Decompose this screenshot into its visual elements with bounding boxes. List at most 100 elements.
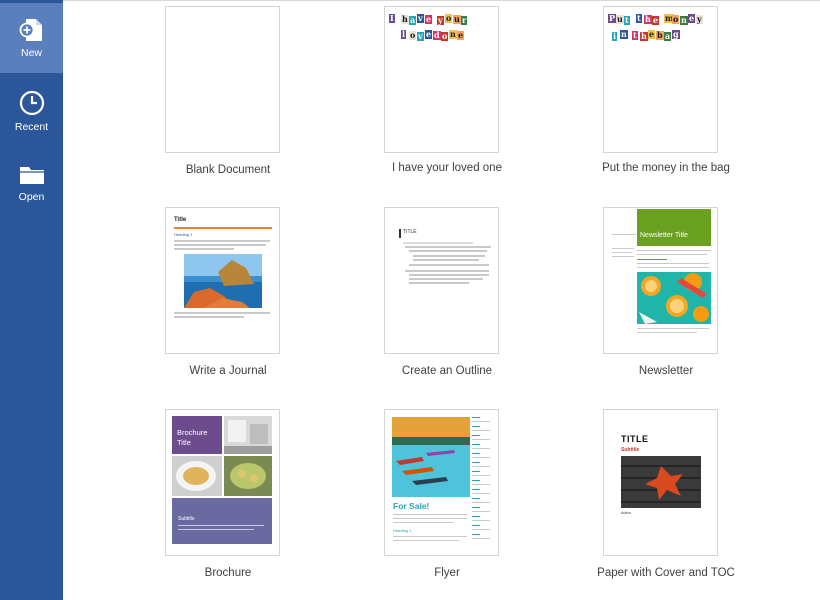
ransom-letter: u (453, 14, 461, 24)
leaf-photo (621, 456, 701, 508)
template-blank-document[interactable]: Blank Document (152, 6, 304, 186)
template-label: Brochure (204, 567, 252, 579)
thumb-subtitle: Subtitle (178, 516, 195, 522)
sidebar-item-recent[interactable]: Recent (0, 76, 63, 146)
sidebar-text-line (472, 502, 490, 503)
template-write-a-journal[interactable]: Title Heading 1 Write a Journal (152, 207, 304, 387)
ransom-letter: v (417, 13, 424, 23)
sidebar-text-line (472, 484, 490, 485)
ransom-letter: v (417, 31, 424, 41)
template-label: Paper with Cover and TOC (597, 567, 735, 579)
ransom-letter: a (664, 31, 672, 41)
ransom-letter: t (624, 15, 630, 25)
food-photo (172, 456, 222, 496)
template-thumbnail: Newsletter Title (603, 207, 718, 354)
sidebar-text-line (472, 430, 490, 431)
sidebar-heading-line (472, 498, 480, 499)
sidebar-text-line (472, 520, 490, 521)
sidebar-item-open[interactable]: Open (0, 148, 63, 218)
ransom-letter: o (409, 30, 417, 40)
ransom-letter: n (449, 29, 457, 39)
template-thumbnail: TITLE (384, 207, 499, 354)
thumb-title: Brochure Title (177, 428, 208, 447)
template-ransom-note-money[interactable]: Putthemoneyinthebag Put the money in the… (590, 6, 742, 192)
newsletter-banner: Newsletter Title (637, 209, 711, 246)
sidebar-heading-line (472, 480, 480, 481)
ransom-letter: e (457, 30, 465, 40)
template-label: Blank Document (185, 164, 271, 176)
sidebar-heading-line (472, 525, 480, 526)
sidebar-item-new[interactable]: New (0, 3, 63, 73)
template-label: Newsletter (638, 365, 694, 377)
sidebar-text-line (472, 475, 490, 476)
template-label: Put the money in the bag (602, 162, 730, 174)
sidebar-text-line (472, 421, 490, 422)
sidebar-text-line (472, 493, 490, 494)
thumb-title: For Sale! (393, 501, 430, 511)
thumb-heading: Heading 1 (174, 232, 193, 237)
thumb-title: TITLE (621, 434, 649, 444)
ransom-letter: d (433, 30, 441, 40)
sidebar-item-label: Open (18, 191, 45, 203)
thumb-heading: Heading 1 (393, 528, 412, 533)
sidebar-text-line (472, 448, 490, 449)
folder-icon (19, 167, 44, 184)
salad-photo (224, 456, 272, 496)
template-label: Write a Journal (189, 365, 267, 377)
thumb-title: Title (174, 217, 187, 223)
template-paper-with-cover-and-toc[interactable]: TITLE Subtitle Author Paper with Cover a… (590, 409, 742, 595)
brochure-title-block: Brochure Title (172, 416, 222, 454)
sidebar-heading-line (472, 417, 480, 418)
ransom-letter: e (425, 29, 433, 39)
boats-photo (392, 417, 470, 497)
oranges-photo (637, 272, 711, 324)
ransom-letter: h (401, 14, 409, 24)
ransom-letter: r (461, 15, 468, 25)
ransom-letter: h (640, 31, 648, 41)
sidebar-heading-line (472, 489, 480, 490)
ransom-letter: o (445, 13, 453, 23)
sidebar-heading-line (472, 516, 480, 517)
ransom-letter: t (632, 30, 638, 40)
sidebar-heading-line (472, 435, 480, 436)
template-ransom-note-loved-one[interactable]: Ihaveyourlovedone I have your loved one (371, 6, 523, 192)
title-marker (399, 229, 401, 238)
ransom-letter: I (389, 13, 395, 23)
template-label: Create an Outline (401, 365, 493, 377)
ransom-letter: y (696, 14, 703, 24)
template-create-an-outline[interactable]: TITLE Create an Outline (371, 207, 523, 387)
thumb-title: Newsletter Title (640, 232, 688, 239)
flyer-sidebar-lines (472, 417, 494, 547)
ransom-letter: e (648, 29, 656, 39)
template-thumbnail: Title Heading 1 (165, 207, 280, 354)
template-thumbnail: Ihaveyourlovedone (384, 6, 499, 153)
sidebar-item-label: Recent (14, 121, 49, 133)
ransom-letter: e (688, 13, 696, 23)
ransom-letter: o (441, 31, 449, 41)
template-flyer[interactable]: For Sale! Heading 1 Flyer (371, 409, 523, 589)
brochure-subtitle-block: Subtitle (172, 498, 272, 544)
sidebar-heading-line (472, 444, 480, 445)
thumb-subtitle: Subtitle (621, 447, 640, 453)
sidebar-heading-line (472, 462, 480, 463)
top-divider (63, 0, 820, 1)
sidebar-text-line (472, 457, 490, 458)
ransom-letter: y (437, 15, 444, 25)
new-document-icon (19, 19, 42, 41)
ransom-letter: l (401, 29, 407, 39)
template-label: I have your loved one (392, 162, 502, 174)
ransom-letter: n (680, 15, 688, 25)
sidebar-text-line (472, 538, 490, 539)
ransom-letter: o (672, 14, 680, 24)
ransom-letter: e (425, 14, 433, 24)
template-thumbnail (165, 6, 280, 153)
template-newsletter[interactable]: Newsletter Title Newsletter (590, 207, 742, 387)
sidebar-text-line (472, 511, 490, 512)
template-thumbnail: Putthemoneyinthebag (603, 6, 718, 153)
sidebar-heading-line (472, 471, 480, 472)
ransom-letter: g (672, 29, 680, 39)
template-brochure[interactable]: Brochure Title Subtitle Brochure (152, 409, 304, 589)
ransom-letter: a (409, 15, 417, 25)
sidebar-text-line (472, 466, 490, 467)
template-thumbnail: TITLE Subtitle Author (603, 409, 718, 556)
